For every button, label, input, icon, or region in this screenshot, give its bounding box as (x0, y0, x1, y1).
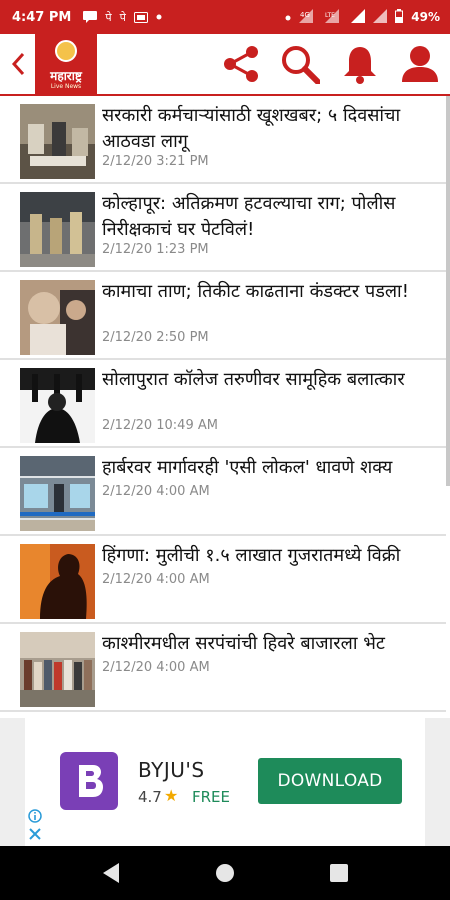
news-thumbnail (20, 192, 95, 267)
news-thumbnail (20, 280, 95, 355)
news-headline: सोलापुरात कॉलेज तरुणीवर सामूहिक बलात्कार (102, 369, 405, 390)
download-button[interactable]: DOWNLOAD (258, 758, 402, 804)
news-thumbnail (20, 456, 95, 531)
bell-icon (344, 47, 376, 84)
star-icon: ★ (164, 786, 179, 805)
ad-rating: 4.7 (138, 788, 162, 806)
dot-icon (285, 10, 291, 24)
ad-info-icon[interactable] (28, 808, 42, 823)
news-item[interactable]: हिंगणा: मुलीची १.५ लाखात गुजरातमध्ये विक… (0, 536, 446, 624)
message-icon (83, 11, 98, 23)
svg-text:4G: 4G (300, 11, 310, 19)
news-timestamp: 2/12/20 1:23 PM (102, 242, 209, 257)
notifications-button[interactable] (338, 42, 382, 86)
nav-home-button[interactable] (212, 860, 238, 886)
dot-icon (156, 14, 162, 20)
ad-close-icon[interactable] (28, 826, 42, 840)
status-bar: 4:47 PM पे पे 4G LTE 49% (0, 0, 450, 34)
share-button[interactable] (219, 42, 263, 86)
gallery-icon (133, 11, 148, 23)
app-logo[interactable]: महाराष्ट्र Live News (35, 34, 97, 94)
news-headline: सरकारी कर्मचाऱ्यांसाठी खूशखबर; ५ दिवसांच… (102, 105, 401, 152)
ad-title: BYJU'S (138, 758, 205, 782)
profile-button[interactable] (398, 42, 442, 86)
svg-text:LTE: LTE (325, 12, 335, 19)
app-notification-icon: पे (105, 10, 112, 24)
system-status-icons: 4G LTE 49% (285, 0, 440, 34)
signal-lte-icon: LTE (325, 8, 343, 26)
news-headline: काश्मीरमधील सरपंचांची हिवरे बाजारला भेट (102, 633, 385, 654)
back-button[interactable] (6, 48, 30, 80)
news-item[interactable]: कामाचा ताण; तिकीट काढताना कंडक्टर पडला! … (0, 272, 446, 360)
logo-subtext: Live News (50, 83, 82, 90)
notification-icons: पे पे (83, 10, 162, 25)
news-thumbnail (20, 104, 95, 179)
logo-text: महाराष्ट्र (50, 69, 82, 83)
nav-home-icon (216, 864, 234, 882)
back-arrow-icon (11, 52, 25, 76)
news-thumbnail (20, 368, 95, 443)
cell-signal-icon (373, 8, 388, 26)
battery-icon (395, 8, 404, 26)
scrollbar[interactable] (446, 96, 450, 486)
news-timestamp: 2/12/20 4:00 AM (102, 484, 210, 499)
status-time: 4:47 PM (12, 9, 72, 25)
share-icon (224, 46, 258, 82)
ad-price: FREE (192, 788, 231, 806)
app-bar: महाराष्ट्र Live News (0, 34, 450, 96)
news-item[interactable]: सोलापुरात कॉलेज तरुणीवर सामूहिक बलात्कार… (0, 360, 446, 448)
news-item[interactable]: काश्मीरमधील सरपंचांची हिवरे बाजारला भेट … (0, 624, 446, 712)
search-icon (282, 46, 320, 84)
byjus-logo-icon[interactable] (60, 752, 118, 810)
signal-4g-icon: 4G (299, 8, 317, 26)
profile-icon (402, 46, 438, 82)
news-thumbnail (20, 632, 95, 707)
news-thumbnail (20, 544, 95, 619)
news-timestamp: 2/12/20 2:50 PM (102, 330, 209, 345)
news-list: सरकारी कर्मचाऱ्यांसाठी खूशखबर; ५ दिवसांच… (0, 96, 446, 712)
cell-signal-icon (351, 8, 366, 26)
news-timestamp: 2/12/20 10:49 AM (102, 418, 218, 433)
nav-back-button[interactable] (98, 860, 124, 886)
app-notification-icon: पे (119, 10, 126, 24)
nav-back-icon (103, 863, 119, 883)
system-nav-bar (0, 846, 450, 900)
nav-recents-icon (330, 864, 348, 882)
news-headline: कोल्हापूर: अतिक्रमण हटवल्याचा राग; पोलीस… (102, 193, 396, 240)
news-timestamp: 2/12/20 4:00 AM (102, 572, 210, 587)
news-item[interactable]: सरकारी कर्मचाऱ्यांसाठी खूशखबर; ५ दिवसांच… (0, 96, 446, 184)
news-item[interactable]: हार्बरवर मार्गावरही 'एसी लोकल' धावणे शक्… (0, 448, 446, 536)
news-headline: कामाचा ताण; तिकीट काढताना कंडक्टर पडला! (102, 281, 409, 302)
logo-emblem (55, 40, 77, 62)
news-headline: हार्बरवर मार्गावरही 'एसी लोकल' धावणे शक्… (102, 457, 393, 478)
news-headline: हिंगणा: मुलीची १.५ लाखात गुजरातमध्ये विक… (102, 545, 401, 566)
battery-percent: 49% (411, 10, 440, 24)
news-timestamp: 2/12/20 3:21 PM (102, 154, 209, 169)
news-timestamp: 2/12/20 4:00 AM (102, 660, 210, 675)
search-button[interactable] (278, 42, 322, 86)
news-item[interactable]: कोल्हापूर: अतिक्रमण हटवल्याचा राग; पोलीस… (0, 184, 446, 272)
nav-recents-button[interactable] (326, 860, 352, 886)
